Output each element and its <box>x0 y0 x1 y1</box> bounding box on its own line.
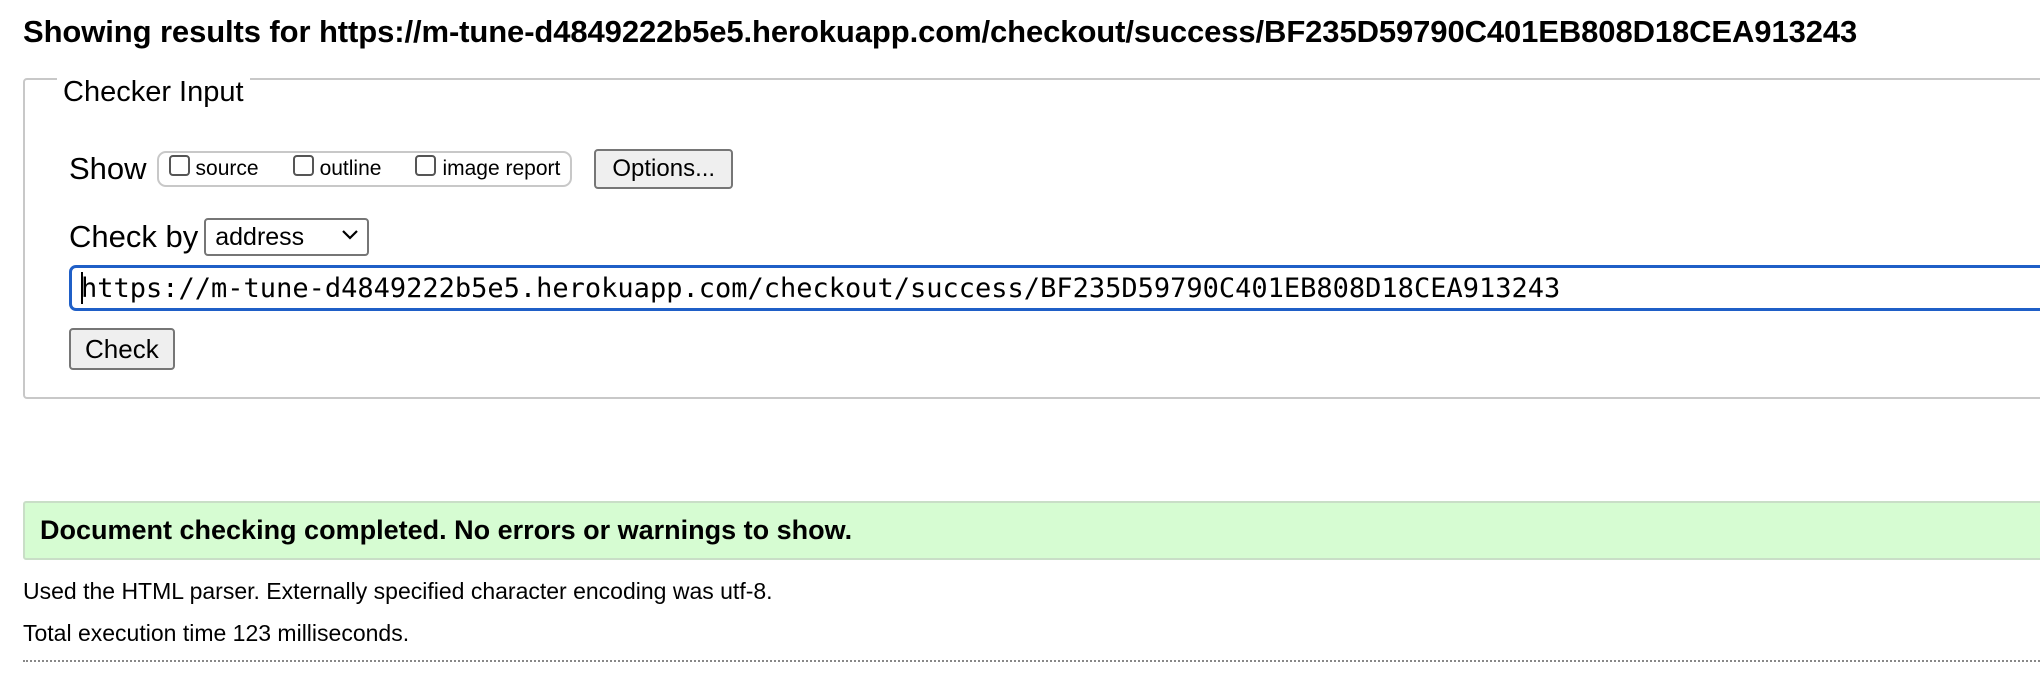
source-option-label: source <box>195 157 259 180</box>
check-by-selected-value: address <box>215 222 305 251</box>
validator-page: Showing results for https://m-tune-d4849… <box>0 0 2040 680</box>
check-by-select[interactable]: address <box>204 218 370 256</box>
results-heading: Showing results for https://m-tune-d4849… <box>23 14 1858 49</box>
success-message-box: Document checking completed. No errors o… <box>23 501 2040 560</box>
chevron-down-icon <box>342 230 359 240</box>
success-message: Document checking completed. No errors o… <box>40 515 853 545</box>
show-image-report-option[interactable]: image report <box>415 154 561 181</box>
check-by-row: Check by address <box>69 216 370 258</box>
execution-time-text: Total execution time 123 milliseconds. <box>23 620 410 646</box>
options-button[interactable]: Options... <box>594 149 734 189</box>
dotted-divider <box>23 660 2040 662</box>
image-report-option-label: image report <box>442 157 561 180</box>
document-url-input[interactable] <box>69 265 2040 311</box>
show-outline-option[interactable]: outline <box>292 154 382 181</box>
show-options-group: source outline image report <box>156 151 573 187</box>
image-report-checkbox[interactable] <box>415 154 437 176</box>
outline-checkbox[interactable] <box>292 154 314 176</box>
source-checkbox[interactable] <box>168 154 190 176</box>
show-source-option[interactable]: source <box>168 154 259 181</box>
show-options-row: Show source outline image report Options… <box>69 148 734 190</box>
check-by-label: Check by <box>69 219 199 254</box>
check-button[interactable]: Check <box>69 328 175 370</box>
checker-input-legend: Checker Input <box>57 74 250 110</box>
text-caret <box>81 272 83 304</box>
outline-option-label: outline <box>319 157 382 180</box>
show-label: Show <box>69 151 147 186</box>
parser-info-text: Used the HTML parser. Externally specifi… <box>23 578 773 604</box>
